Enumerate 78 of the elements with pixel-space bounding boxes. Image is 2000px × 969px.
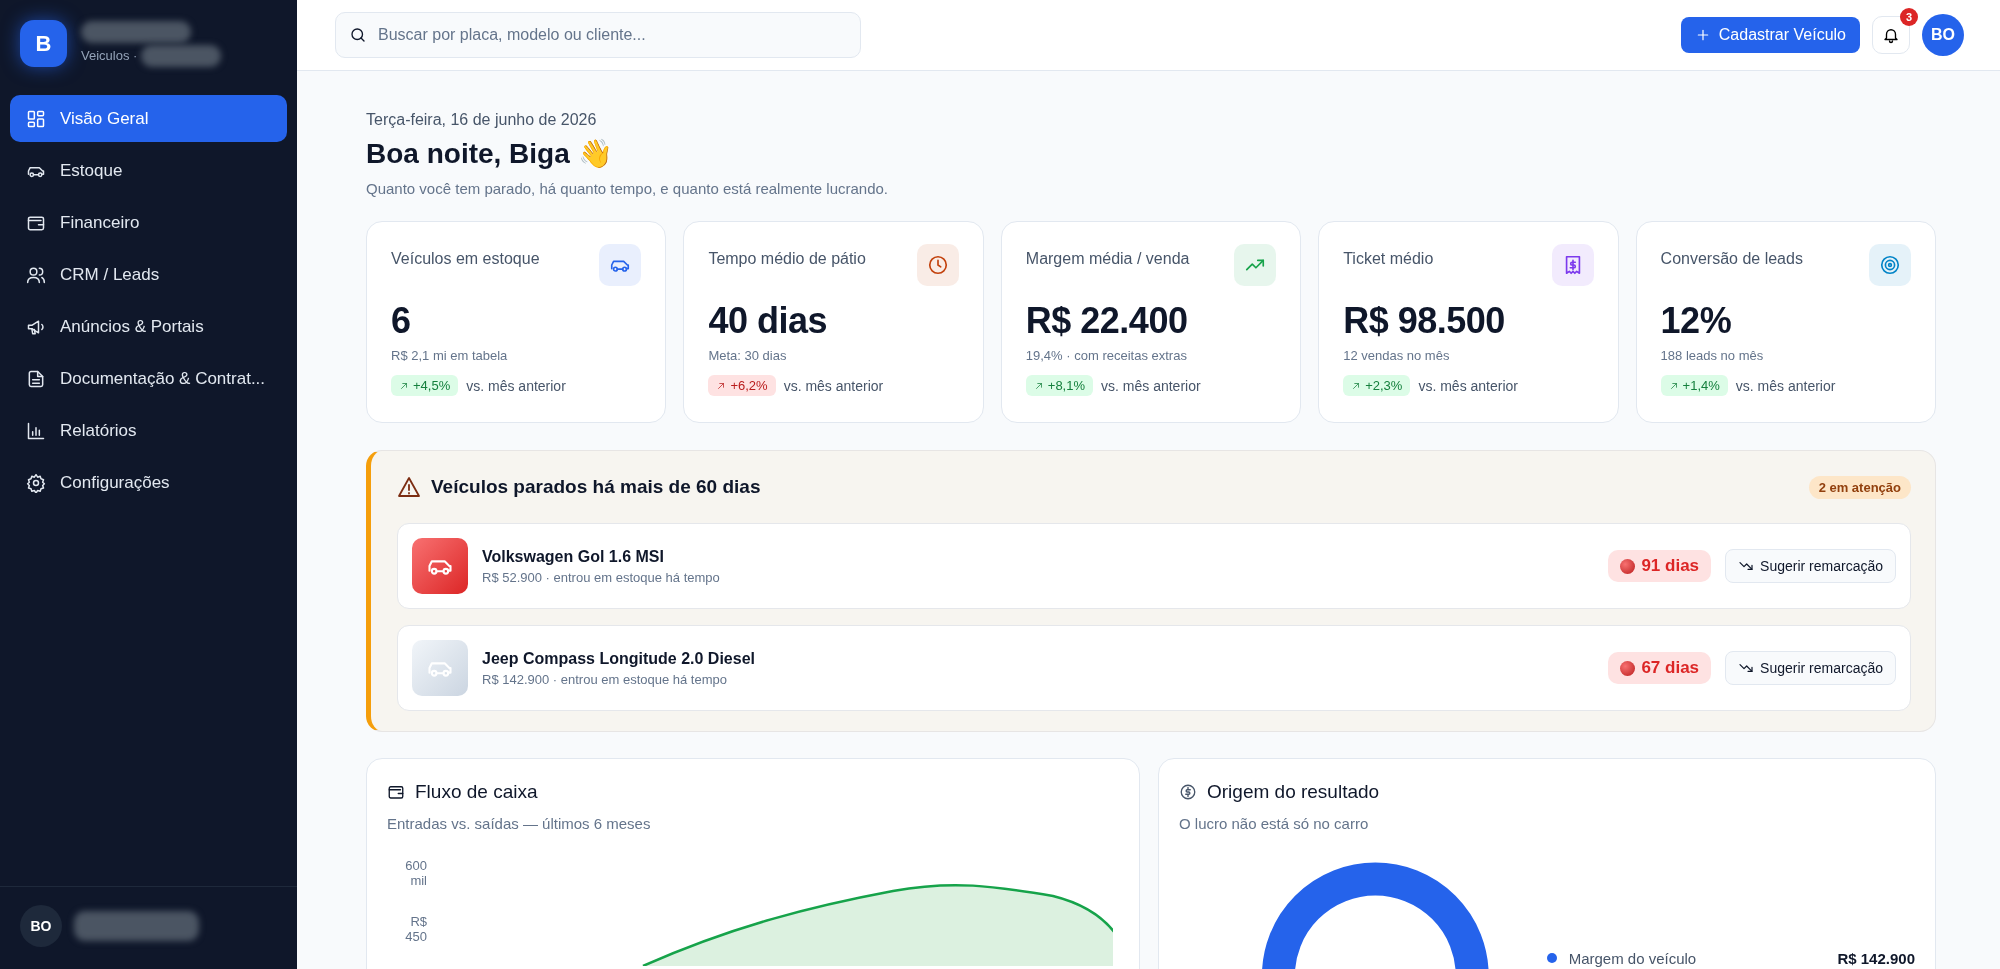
sidebar-item[interactable]: Visão Geral bbox=[10, 95, 287, 142]
axis-tick-label: 600 mil bbox=[404, 858, 427, 888]
brand-subtitle: Veiculos · bbox=[81, 48, 138, 63]
date-text: Terça-feira, 16 de junho de 2026 bbox=[366, 111, 598, 129]
comparison-label: vs. mês anterior bbox=[1101, 377, 1201, 394]
kpi-value: 40 dias bbox=[708, 300, 828, 342]
target-icon bbox=[1879, 254, 1901, 276]
kpi-note: 19,4% · com receitas extras bbox=[1025, 348, 1188, 363]
status-dot-icon bbox=[1620, 558, 1636, 574]
delta-badge: +6,2% bbox=[708, 375, 776, 396]
sidebar-item[interactable]: Documentação & Contrat... bbox=[10, 355, 287, 402]
vehicle-name: Jeep Compass Longitude 2.0 Diesel bbox=[482, 649, 755, 668]
delta-badge: +1,4% bbox=[1660, 375, 1728, 396]
delta-badge: +2,3% bbox=[1343, 375, 1411, 396]
arrow-up-right-icon bbox=[716, 380, 727, 391]
grid-icon bbox=[26, 108, 46, 129]
arrow-up-right-icon bbox=[399, 380, 409, 391]
comparison-label: vs. mês anterior bbox=[783, 377, 884, 394]
search-field[interactable]: Buscar por placa, modelo ou cliente... bbox=[335, 12, 861, 58]
sidebar-item[interactable]: Relatórios bbox=[10, 407, 287, 454]
card-title: Fluxo de caixa bbox=[415, 781, 538, 803]
kpi-title: Margem média / venda bbox=[1025, 250, 1190, 268]
card-subtitle: O lucro não está só no carro bbox=[1179, 815, 1370, 832]
suggest-repricing-button[interactable]: Sugerir remarcação bbox=[1725, 549, 1896, 583]
delta-badge: +8,1% bbox=[1025, 375, 1094, 396]
kpi-value: 12% bbox=[1660, 300, 1733, 342]
kpi-note: Meta: 30 dias bbox=[708, 348, 788, 363]
attention-count: 2 em atenção bbox=[1808, 475, 1911, 499]
kpi-title: Tempo médio de pátio bbox=[708, 250, 866, 268]
vehicle-detail: R$ 52.900 · entrou em estoque há tempo bbox=[482, 569, 720, 585]
kpi-note: R$ 2,1 mi em tabela bbox=[391, 348, 509, 363]
delta-badge: +4,5% bbox=[391, 375, 459, 396]
legend-value: R$ 142.900 bbox=[1837, 949, 1915, 967]
arrow-up-right-icon bbox=[1668, 380, 1679, 391]
days-count: 91 dias bbox=[1641, 556, 1700, 576]
suggest-repricing-button[interactable]: Sugerir remarcação bbox=[1725, 651, 1896, 685]
days-count: 67 dias bbox=[1641, 658, 1700, 678]
card-subtitle: Entradas vs. saídas — últimos 6 meses bbox=[387, 815, 652, 832]
vehicle-name: Volkswagen Gol 1.6 MSI bbox=[482, 547, 665, 566]
sidebar-item[interactable]: CRM / Leads bbox=[10, 251, 287, 298]
comparison-label: vs. mês anterior bbox=[466, 377, 566, 394]
dollar-icon bbox=[1179, 783, 1197, 801]
sidebar-item[interactable]: Configurações bbox=[10, 459, 287, 506]
status-dot-icon bbox=[1620, 660, 1636, 676]
logo-badge: B bbox=[20, 20, 67, 67]
arrow-up-right-icon bbox=[1351, 380, 1362, 391]
alert-title: Veículos parados há mais de 60 dias bbox=[431, 476, 761, 498]
bar-chart-icon bbox=[26, 420, 46, 441]
warning-icon bbox=[397, 475, 421, 499]
document-icon bbox=[26, 368, 46, 389]
register-vehicle-button[interactable]: Cadastrar Veículo bbox=[1680, 17, 1860, 53]
user-avatar[interactable]: BO bbox=[1922, 14, 1964, 56]
kpi-title: Veículos em estoque bbox=[391, 250, 540, 268]
bell-icon bbox=[1882, 26, 1900, 44]
settings-icon bbox=[26, 472, 46, 493]
notification-count: 3 bbox=[1900, 8, 1918, 26]
clock-icon bbox=[926, 254, 949, 276]
kpi-note: 12 vendas no mês bbox=[1343, 348, 1451, 363]
kpi-value: R$ 98.500 bbox=[1343, 300, 1506, 342]
kpi-value: 6 bbox=[391, 300, 412, 342]
comparison-label: vs. mês anterior bbox=[1418, 377, 1518, 394]
kpi-title: Conversão de leads bbox=[1660, 250, 1803, 268]
sidebar-item[interactable]: Anúncios & Portais bbox=[10, 303, 287, 350]
wallet-icon bbox=[387, 783, 405, 801]
kpi-title: Ticket médio bbox=[1343, 250, 1434, 268]
greeting-heading: Boa noite, Biga 👋 bbox=[366, 137, 614, 170]
kpi-note: 188 leads no mês bbox=[1660, 348, 1765, 363]
arrow-up-right-icon bbox=[1033, 380, 1044, 391]
legend-label: Margem do veículo bbox=[1568, 949, 1697, 967]
sidebar-item[interactable]: Estoque bbox=[10, 147, 287, 194]
axis-tick-label: R$ 450 bbox=[404, 914, 427, 944]
card-title: Origem do resultado bbox=[1207, 781, 1380, 803]
user-avatar: BO bbox=[20, 905, 62, 947]
kpi-value: R$ 22.400 bbox=[1025, 300, 1189, 342]
comparison-label: vs. mês anterior bbox=[1735, 377, 1836, 394]
page-subtitle: Quanto você tem parado, há quanto tempo, e quanto está realmente lucrando. bbox=[366, 180, 889, 197]
vehicle-detail: R$ 142.900 · entrou em estoque há tempo bbox=[482, 671, 728, 687]
sidebar-item[interactable]: Financeiro bbox=[10, 199, 287, 246]
